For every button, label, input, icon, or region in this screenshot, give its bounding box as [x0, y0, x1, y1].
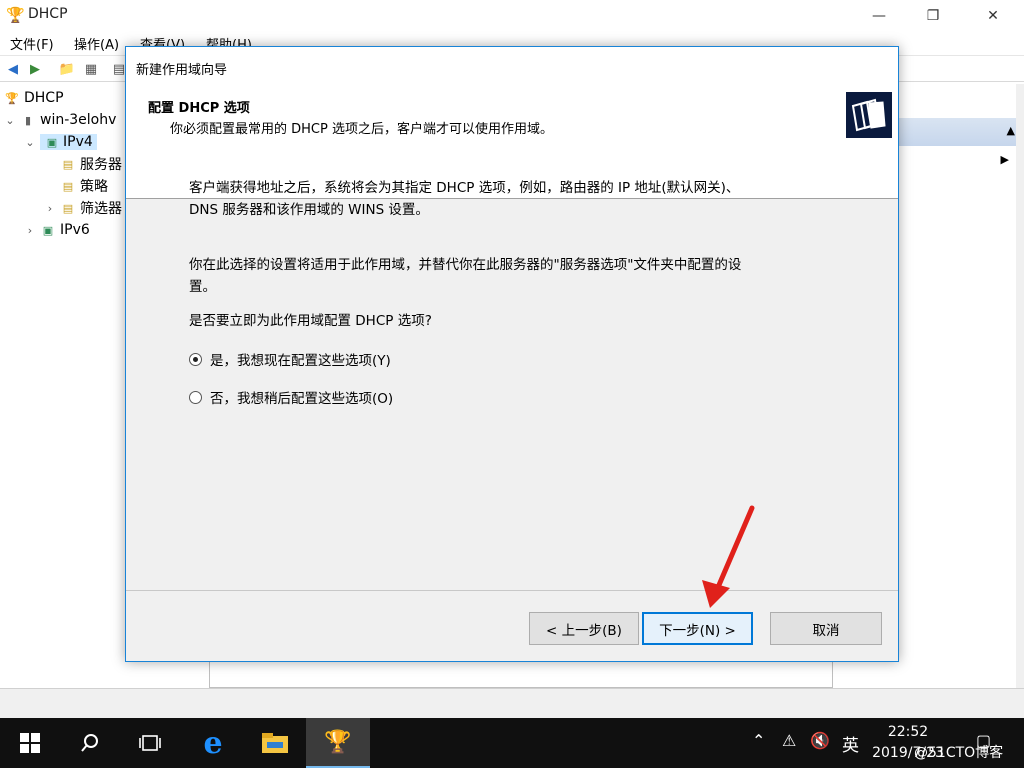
para2-line2: 置。 [189, 279, 216, 295]
close-button[interactable]: ✕ [970, 0, 1016, 31]
dialog-title: 新建作用域向导 [136, 63, 228, 78]
start-windows-icon[interactable] [0, 718, 60, 768]
button-separator [126, 590, 898, 591]
tree-node-ipv4[interactable]: ⌄ ▣ IPv4 [24, 132, 97, 152]
taskbar: e 🏆 ⌃ ⚠ 🔇 英 22:52 2019/7/23 @51CTO博客 ▢ [0, 718, 1024, 768]
collapse-up-icon[interactable]: ▲ [1007, 124, 1015, 137]
back-arrow-icon[interactable]: ◀ [4, 60, 22, 78]
cancel-button[interactable]: 取消 [770, 612, 882, 645]
expand-arrow-icon[interactable]: ⌄ [24, 136, 36, 149]
selected-highlight: ▣ IPv4 [40, 134, 97, 150]
next-button[interactable]: 下一步(N) > [642, 612, 753, 645]
option-yes-label[interactable]: 是，我想现在配置这些选项(Y) [210, 349, 391, 369]
description-paragraph-1: 客户端获得地址之后，系统将会为其指定 DHCP 选项，例如，路由器的 IP 地址… [189, 177, 809, 221]
tree-node-filters[interactable]: › ▤ 筛选器 [44, 198, 122, 218]
tree-label: 策略 [80, 179, 108, 195]
collapse-arrow-icon[interactable]: › [24, 224, 36, 237]
para1-line1: 客户端获得地址之后，系统将会为其指定 DHCP 选项，例如，路由器的 IP 地址… [189, 180, 740, 196]
tree-node-policies[interactable]: ▤ 策略 [60, 176, 108, 196]
dhcp-icon: 🏆 [5, 91, 19, 105]
header-subtitle: 你必须配置最常用的 DHCP 选项之后，客户端才可以使用作用域。 [170, 122, 553, 137]
notification-icon[interactable]: ▢ [976, 731, 991, 750]
tree-label: IPv4 [63, 134, 93, 150]
tree-label: DHCP [24, 90, 64, 106]
server-options-icon: ▤ [62, 157, 74, 171]
restore-button[interactable]: ❐ [910, 0, 956, 31]
expand-arrow-icon[interactable]: ⌄ [4, 114, 16, 127]
back-button[interactable]: < 上一步(B) [529, 612, 639, 645]
ime-indicator[interactable]: 英 [842, 731, 859, 756]
dhcp-app-icon: 🏆 [6, 6, 25, 24]
search-icon[interactable] [60, 718, 120, 768]
up-folder-icon[interactable]: 📁 [58, 60, 76, 78]
submenu-arrow-icon: ▶ [1000, 153, 1009, 166]
main-title-bar: 🏆 DHCP — ❐ ✕ [0, 0, 1024, 31]
status-bar [0, 688, 1024, 718]
new-scope-wizard-dialog: 新建作用域向导 配置 DHCP 选项 你必须配置最常用的 DHCP 选项之后，客… [125, 46, 899, 662]
ipv6-icon: ▣ [42, 223, 54, 237]
radio-no[interactable] [189, 390, 202, 404]
para1-line2: DNS 服务器和该作用域的 WINS 设置。 [189, 202, 429, 218]
tree-node-ipv6[interactable]: › ▣ IPv6 [24, 220, 90, 240]
window-title: DHCP [28, 6, 68, 22]
tree-node-server-options[interactable]: ▤ 服务器 [60, 154, 122, 174]
radio-yes[interactable] [189, 352, 202, 366]
vertical-scrollbar[interactable] [1016, 84, 1024, 688]
dialog-title-bar: 新建作用域向导 [126, 47, 898, 87]
tree-label: win-3elohv [40, 112, 117, 128]
filters-icon: ▤ [62, 201, 74, 215]
option-yes[interactable]: 是，我想现在配置这些选项(Y) [189, 349, 391, 369]
task-view-icon[interactable] [120, 718, 180, 768]
policies-icon: ▤ [62, 179, 74, 193]
file-explorer-icon[interactable] [245, 718, 305, 768]
description-paragraph-2: 你在此选择的设置将适用于此作用域，并替代你在此服务器的"服务器选项"文件夹中配置… [189, 254, 809, 298]
server-icon: ▮ [24, 113, 32, 127]
tree-node-server[interactable]: ⌄ ▮ win-3elohv [4, 110, 116, 130]
para2-line1: 你在此选择的设置将适用于此作用域，并替代你在此服务器的"服务器选项"文件夹中配置… [189, 257, 742, 273]
tree-label: 服务器 [80, 157, 122, 173]
volume-muted-icon[interactable]: 🔇 [810, 731, 830, 750]
tree-label: 筛选器 [80, 201, 122, 217]
show-hidden-icons-chevron-icon[interactable]: ⌃ [752, 731, 765, 750]
minimize-button[interactable]: — [856, 0, 902, 31]
menu-action[interactable]: 操作(A) [74, 34, 119, 53]
option-no[interactable]: 否，我想稍后配置这些选项(O) [189, 387, 393, 407]
tree-node-dhcp[interactable]: 🏆 DHCP [4, 88, 64, 108]
configure-question: 是否要立即为此作用域配置 DHCP 选项? [189, 313, 432, 329]
red-annotation-arrow [702, 505, 755, 608]
menu-file[interactable]: 文件(F) [10, 34, 54, 53]
option-no-label[interactable]: 否，我想稍后配置这些选项(O) [210, 387, 393, 407]
show-hide-tree-icon[interactable]: ▦ [82, 60, 100, 78]
dhcp-taskbar-icon[interactable]: 🏆 [306, 718, 370, 768]
ipv4-icon: ▣ [46, 135, 58, 149]
network-warning-icon[interactable]: ⚠ [782, 731, 796, 750]
collapse-arrow-icon[interactable]: › [44, 202, 56, 215]
tree-label: IPv6 [60, 222, 90, 238]
internet-explorer-icon[interactable]: e [183, 718, 243, 768]
header-title: 配置 DHCP 选项 [148, 101, 250, 116]
forward-arrow-icon[interactable]: ▶ [26, 60, 44, 78]
clock-time: 22:52 [887, 724, 929, 740]
wizard-folders-icon [844, 90, 894, 140]
